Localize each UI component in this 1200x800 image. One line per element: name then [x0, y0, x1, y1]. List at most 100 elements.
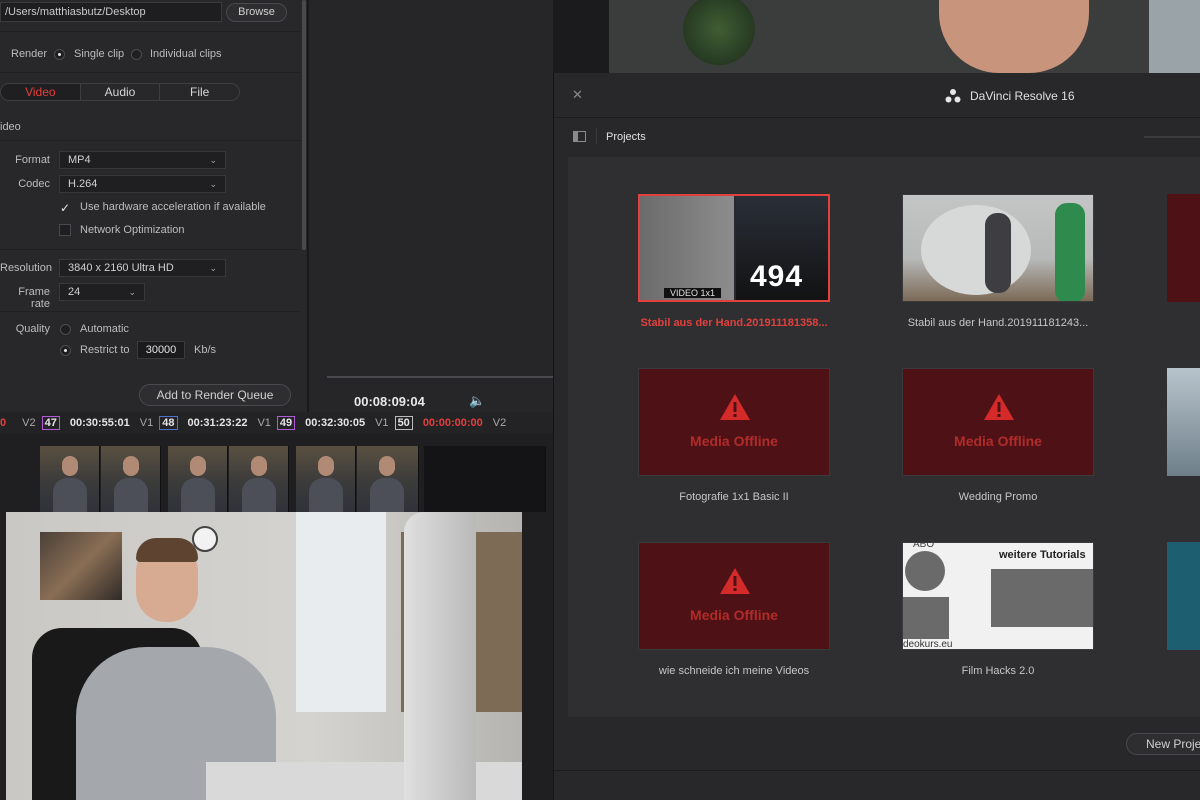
format-select[interactable]: MP4 ⌄: [59, 151, 226, 169]
clip-track: V1: [139, 417, 154, 429]
clip-thumbnails: [0, 446, 553, 512]
network-opt-checkbox[interactable]: [59, 224, 71, 236]
clip-start-marker: 0: [0, 417, 7, 429]
tab-file[interactable]: File: [160, 84, 239, 100]
individual-clips-label[interactable]: Individual clips: [150, 48, 222, 60]
render-label: Render: [11, 48, 48, 60]
tab-video[interactable]: Video: [1, 84, 81, 100]
clip-timecode: 00:30:55:01: [69, 417, 130, 429]
project-name: wie schneide ich meine Videos: [658, 665, 810, 677]
framerate-select[interactable]: 24 ⌄: [59, 283, 145, 301]
clip-timecode: 00:31:23:22: [187, 417, 248, 429]
thumbnail-text: deokurs.eu: [903, 639, 953, 650]
project-manager-window: ✕ DaVinci Resolve 16 Projects 494 VIDEO …: [553, 73, 1200, 800]
resolution-label: Resolution: [0, 262, 52, 274]
add-to-render-queue-button[interactable]: Add to Render Queue: [139, 384, 291, 406]
viewer-scrubber[interactable]: [327, 376, 553, 378]
project-name: Wedding Promo: [958, 491, 1038, 503]
render-panel-scrollbar[interactable]: [302, 0, 306, 250]
wall-picture: [40, 532, 122, 600]
chevron-down-icon: ⌄: [128, 287, 136, 297]
clip-timecode: 00:00:00:00: [422, 417, 483, 429]
project-name: Stabil aus der Hand.201911181243...: [907, 317, 1089, 329]
clip-thumbnail[interactable]: [101, 446, 161, 512]
background-video-frame: [609, 0, 1200, 73]
single-clip-label[interactable]: Single clip: [74, 48, 124, 60]
framerate-value: 24: [68, 286, 81, 298]
video-section-heading: ideo: [0, 121, 21, 133]
search-field[interactable]: [1144, 136, 1200, 138]
clip-thumbnail[interactable]: [229, 446, 289, 512]
new-project-button[interactable]: New Projec: [1126, 733, 1200, 755]
clip-number[interactable]: 50: [394, 416, 413, 430]
project-thumbnail[interactable]: 494 VIDEO 1x1: [638, 194, 830, 302]
sidebar-toggle-icon[interactable]: [573, 131, 586, 142]
quality-label: Quality: [15, 323, 50, 335]
project-thumbnail-partial[interactable]: [1167, 194, 1200, 302]
chevron-down-icon: ⌄: [209, 155, 217, 165]
clip-track: V2: [22, 417, 36, 429]
automatic-label: Automatic: [80, 323, 129, 335]
automatic-radio[interactable]: [60, 324, 71, 335]
thumbnail-text: weitere Tutorials: [999, 549, 1086, 561]
project-thumbnail-partial[interactable]: [1167, 542, 1200, 650]
clip-number[interactable]: 49: [276, 416, 296, 430]
resolution-select[interactable]: 3840 x 2160 Ultra HD ⌄: [59, 259, 226, 277]
clip-track: V1: [257, 417, 271, 429]
project-thumbnail[interactable]: Media Offline: [638, 368, 830, 476]
warning-icon: [720, 568, 750, 594]
volume-icon[interactable]: 🔈: [469, 393, 485, 409]
framerate-label: Frame rate: [18, 286, 50, 310]
clip-thumbnail[interactable]: [296, 446, 356, 512]
project-card[interactable]: ABO weitere Tutorials deokurs.eu Film Ha…: [902, 542, 1094, 677]
project-card[interactable]: Stabil aus der Hand.201911181243...: [902, 194, 1094, 329]
close-icon[interactable]: ✕: [572, 87, 583, 103]
clip-track: V2: [492, 417, 507, 429]
restrict-radio[interactable]: [60, 345, 71, 356]
project-thumbnail[interactable]: [902, 194, 1094, 302]
project-thumbnail[interactable]: Media Offline: [638, 542, 830, 650]
project-thumbnail[interactable]: ABO weitere Tutorials deokurs.eu: [902, 542, 1094, 650]
tab-audio[interactable]: Audio: [81, 84, 161, 100]
monitor: [404, 512, 476, 800]
browse-button[interactable]: Browse: [226, 3, 287, 22]
hw-accel-label: Use hardware acceleration if available: [80, 201, 266, 213]
individual-clips-radio[interactable]: [131, 49, 142, 60]
clip-number[interactable]: 48: [159, 416, 178, 430]
project-card[interactable]: Media Offline Fotografie 1x1 Basic II: [638, 368, 830, 503]
project-name: Film Hacks 2.0: [961, 665, 1035, 677]
single-clip-radio[interactable]: [54, 49, 65, 60]
projects-breadcrumb[interactable]: Projects: [606, 131, 646, 143]
project-card[interactable]: Media Offline wie schneide ich meine Vid…: [638, 542, 830, 677]
project-thumbnail[interactable]: Media Offline: [902, 368, 1094, 476]
bitrate-input[interactable]: 30000: [137, 341, 185, 359]
empty-clip-thumbnail[interactable]: [424, 446, 546, 512]
clip-thumbnail[interactable]: [168, 446, 228, 512]
resolution-value: 3840 x 2160 Ultra HD: [68, 262, 174, 274]
media-offline-label: Media Offline: [690, 433, 778, 449]
project-name: Stabil aus der Hand.201911181358...: [640, 317, 828, 329]
clip-header-row: 0 V2 47 00:30:55:01 V1 48 00:31:23:22 V1…: [0, 412, 553, 434]
network-opt-label: Network Optimization: [80, 224, 185, 236]
viewer-timecode: 00:08:09:04: [354, 394, 425, 409]
project-card[interactable]: 494 VIDEO 1x1 Stabil aus der Hand.201911…: [638, 194, 830, 329]
codec-label: Codec: [18, 178, 50, 190]
warning-icon: [984, 394, 1014, 420]
project-grid: 494 VIDEO 1x1 Stabil aus der Hand.201911…: [568, 157, 1200, 717]
clip-track: V1: [375, 417, 389, 429]
clip-thumbnail[interactable]: [357, 446, 419, 512]
warning-icon: [720, 394, 750, 420]
project-thumbnail-partial[interactable]: [1167, 368, 1200, 476]
hw-accel-checkbox[interactable]: ✓: [59, 201, 71, 214]
project-card[interactable]: Media Offline Wedding Promo: [902, 368, 1094, 503]
clip-thumbnail[interactable]: [40, 446, 100, 512]
format-value: MP4: [68, 154, 91, 166]
format-label: Format: [15, 154, 50, 166]
bitrate-unit: Kb/s: [194, 344, 217, 356]
codec-select[interactable]: H.264 ⌄: [59, 175, 226, 193]
clip-number[interactable]: 47: [41, 416, 60, 430]
thumbnail-overlay-text: 494: [750, 260, 804, 293]
thumbnail-text: ABO: [913, 542, 935, 550]
render-tabs: Video Audio File: [0, 83, 240, 101]
location-path-field[interactable]: /Users/matthiasbutz/Desktop: [0, 2, 222, 22]
